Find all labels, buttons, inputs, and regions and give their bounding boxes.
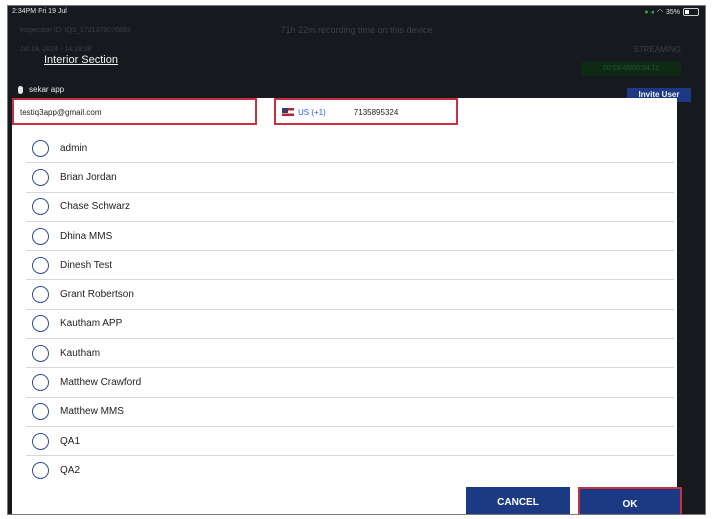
status-bar: 2:34PM Fri 19 Jul ● ◂ ◠ 35%	[12, 8, 699, 20]
radio-button-icon[interactable]	[32, 139, 49, 157]
radio-button-icon[interactable]	[32, 461, 49, 479]
us-flag-icon	[282, 108, 294, 116]
user-name-label: admin	[60, 142, 88, 154]
user-name-label: Brian Jordan	[60, 171, 117, 183]
user-name-label: QA2	[60, 464, 81, 476]
recording-timer: 00:03:48/00:34:11	[581, 62, 681, 76]
streaming-label: STREAMING	[633, 45, 681, 54]
wifi-icon: ◠	[656, 9, 663, 16]
list-item[interactable]: admin	[26, 134, 674, 164]
list-item[interactable]: QA2	[26, 456, 674, 484]
radio-button-icon[interactable]	[32, 315, 49, 333]
inspection-date: Jul 19, 2024 - 14:19:38	[20, 46, 92, 53]
radio-button-icon[interactable]	[32, 227, 49, 245]
radio-button-icon[interactable]	[32, 344, 49, 362]
app-window: 2:34PM Fri 19 Jul ● ◂ ◠ 35% Inspection I…	[8, 6, 705, 514]
list-item[interactable]: Chase Schwarz	[26, 193, 674, 222]
radio-button-icon[interactable]	[32, 168, 49, 186]
user-name-label: Chase Schwarz	[60, 201, 131, 213]
list-item[interactable]: Dinesh Test	[26, 251, 674, 281]
cancel-button[interactable]: CANCEL	[466, 487, 570, 514]
radio-button-icon[interactable]	[32, 432, 49, 450]
user-name-label: Grant Robertson	[60, 289, 134, 301]
user-name-label: Kautham APP	[60, 318, 123, 330]
phone-field[interactable]: US (+1) 7135895324	[274, 98, 458, 125]
list-item[interactable]: Matthew MMS	[26, 398, 674, 427]
email-field[interactable]: testiq3app@gmail.com	[12, 98, 257, 125]
radio-button-icon[interactable]	[32, 374, 49, 392]
country-code-select[interactable]: US (+1)	[298, 108, 326, 123]
radio-button-icon[interactable]	[32, 403, 49, 421]
current-user: sekar app	[18, 85, 64, 94]
list-item[interactable]: Brian Jordan	[26, 163, 674, 193]
screenshot-frame: 2:34PM Fri 19 Jul ● ◂ ◠ 35% Inspection I…	[7, 5, 706, 515]
ok-button[interactable]: OK	[578, 487, 682, 514]
microphone-icon[interactable]	[18, 85, 23, 94]
user-name-label: QA1	[60, 435, 81, 447]
recording-time: 71h 22m recording time on this device	[280, 25, 433, 35]
status-time: 2:34PM Fri 19 Jul	[12, 8, 67, 15]
section-title[interactable]: Interior Section	[44, 54, 118, 66]
list-item[interactable]: Kautham APP	[26, 310, 674, 340]
invite-user-dialog: testiq3app@gmail.com US (+1) 7135895324 …	[12, 98, 682, 514]
list-item[interactable]: Matthew Crawford	[26, 368, 674, 398]
user-name-label: Matthew MMS	[60, 406, 124, 418]
list-item[interactable]: Dhina MMS	[26, 222, 674, 252]
current-user-name: sekar app	[29, 85, 65, 94]
status-indicators: ● ◂ ◠ 35%	[644, 8, 699, 16]
list-item[interactable]: Grant Robertson	[26, 280, 674, 310]
list-item[interactable]: Kautham	[26, 339, 674, 369]
signal-icon: ● ◂	[644, 9, 654, 16]
user-name-label: Matthew Crawford	[60, 377, 142, 389]
battery-percent: 35%	[665, 8, 680, 16]
radio-button-icon[interactable]	[32, 286, 49, 304]
user-list: admin Brian Jordan Chase Schwarz Dhina MMS D…	[26, 134, 674, 484]
radio-button-icon[interactable]	[32, 198, 49, 216]
radio-button-icon[interactable]	[32, 256, 49, 274]
user-name-label: Dinesh Test	[60, 259, 113, 271]
list-item[interactable]: QA1	[26, 427, 674, 457]
user-name-label: Kautham	[60, 347, 101, 359]
user-name-label: Dhina MMS	[60, 230, 113, 242]
phone-number[interactable]: 7135895324	[354, 108, 399, 123]
battery-icon	[683, 8, 699, 16]
